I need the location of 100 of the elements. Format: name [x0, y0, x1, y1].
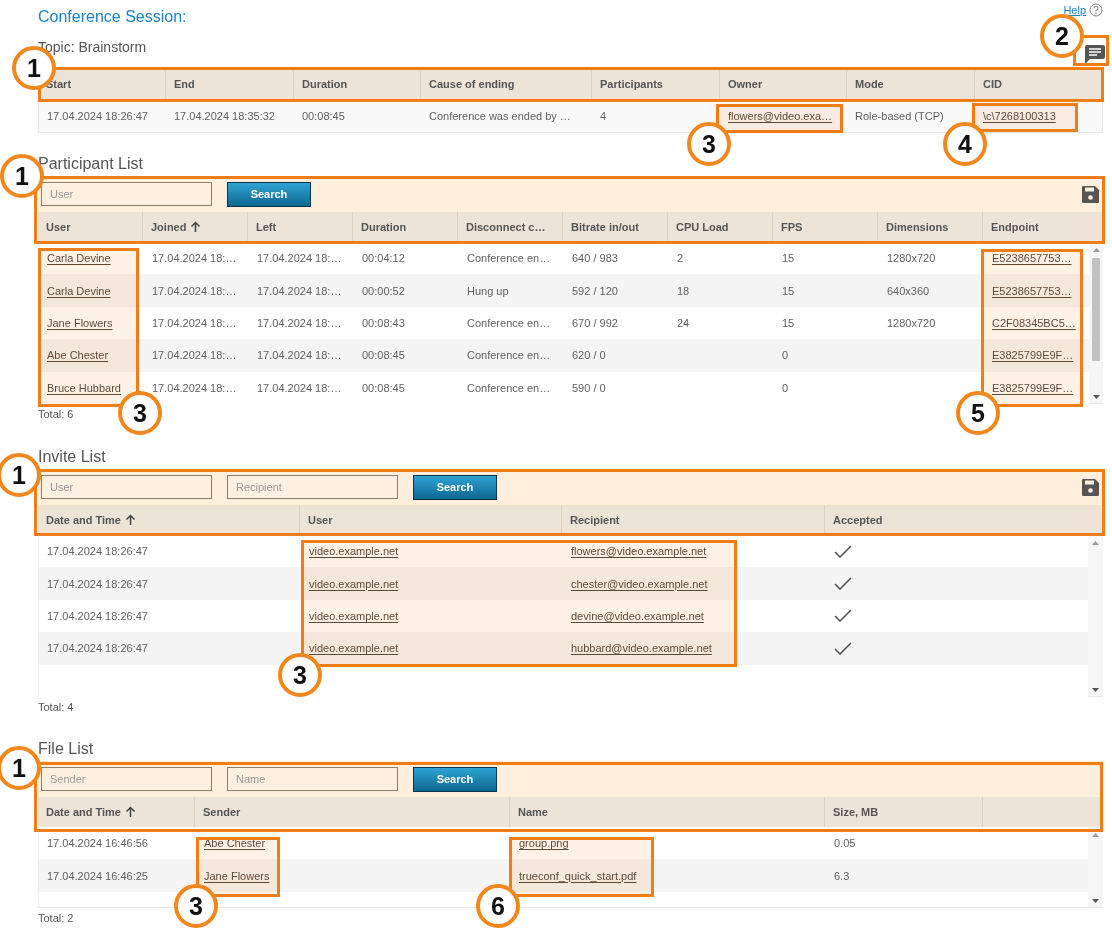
table-cell-text: 592 / 120	[572, 284, 618, 297]
filter-field[interactable]: User	[41, 475, 212, 499]
checkmark-icon	[834, 609, 852, 623]
column-header[interactable]: End	[166, 69, 294, 99]
column-header[interactable]: Date and Time	[38, 797, 195, 827]
checkmark-icon	[834, 641, 852, 655]
chat-icon[interactable]	[1084, 43, 1106, 65]
table-link[interactable]: trueconf_quick_start.pdf	[519, 869, 637, 882]
filter-field[interactable]: User	[41, 182, 212, 206]
table-link[interactable]: Carla Devine	[47, 252, 111, 265]
table-cell-text: 18	[677, 284, 690, 297]
scrollbar[interactable]	[1088, 827, 1103, 907]
table-link[interactable]: Abe Chester	[47, 349, 109, 362]
filter-field[interactable]: Recipient	[227, 475, 398, 499]
scrollbar[interactable]	[1088, 535, 1103, 696]
table-cell-text: 17.04.2024 18:…	[257, 349, 342, 362]
table-link[interactable]: E3825799E9F…	[992, 349, 1074, 362]
column-header[interactable]: Recipient	[562, 505, 825, 535]
table-link[interactable]: video.example.net	[309, 545, 399, 558]
column-header[interactable]: Accepted	[825, 505, 1103, 535]
save-icon[interactable]	[1081, 184, 1100, 204]
column-header[interactable]: Bitrate in/out	[563, 212, 668, 242]
column-header[interactable]: Disconnect c…	[458, 212, 563, 242]
scroll-thumb[interactable]	[1092, 258, 1100, 361]
column-header[interactable]: Date and Time	[38, 505, 300, 535]
section-title: File List	[38, 739, 95, 759]
scroll-up-icon[interactable]	[1092, 248, 1100, 252]
column-header[interactable]: Cause of ending	[421, 69, 592, 99]
scroll-down-icon[interactable]	[1092, 688, 1099, 692]
filter-field[interactable]: Sender	[41, 767, 212, 791]
table-link[interactable]: hubbard@video.example.net	[571, 642, 712, 655]
table-cell-text: 17.04.2024 18:…	[152, 252, 237, 265]
scroll-up-icon[interactable]	[1092, 541, 1099, 545]
table-link[interactable]: Jane Flowers	[204, 869, 270, 882]
column-header[interactable]: FPS	[773, 212, 878, 242]
table-cell-text: Hung up	[467, 284, 509, 297]
table-cell-text: 590 / 0	[572, 381, 606, 394]
search-button[interactable]: Search	[413, 474, 497, 500]
table-cell-text: 15	[782, 284, 795, 297]
table-link[interactable]: flowers@video.example.net	[571, 545, 707, 558]
column-header[interactable]: Endpoint	[983, 212, 1104, 242]
table-cell-text: 17.04.2024 18:…	[152, 284, 237, 297]
table-link[interactable]: E5238657753…	[992, 252, 1072, 265]
table-cell-text: Conference en…	[467, 381, 551, 394]
scroll-down-icon[interactable]	[1092, 395, 1100, 399]
table-cell-text: 620 / 0	[572, 349, 606, 362]
table-cell-text: 17.04.2024 18:26:47	[47, 642, 148, 655]
column-header[interactable]: Left	[248, 212, 353, 242]
table-cell-text: 1280x720	[887, 252, 936, 265]
table-link[interactable]: devine@video.example.net	[571, 609, 704, 622]
filter-field[interactable]: Name	[227, 767, 398, 791]
table-cell-text: 17.04.2024 18:…	[257, 284, 342, 297]
table-cell-text: 640 / 983	[572, 252, 618, 265]
save-icon[interactable]	[1081, 477, 1100, 497]
table-cell-text: 17.04.2024 18:…	[152, 316, 237, 329]
table-cell-text: 00:04:12	[362, 252, 405, 265]
scrollbar[interactable]	[1089, 242, 1103, 403]
table-cell-text: 17.04.2024 18:…	[257, 316, 342, 329]
table-link[interactable]: video.example.net	[309, 577, 399, 590]
column-header[interactable]: CPU Load	[668, 212, 773, 242]
table-link[interactable]: flowers@video.exa…	[728, 109, 833, 122]
table-link[interactable]: group.png	[519, 837, 569, 850]
search-button[interactable]: Search	[227, 181, 311, 207]
column-header[interactable]: Name	[510, 797, 825, 827]
search-button[interactable]: Search	[413, 766, 497, 792]
table-link[interactable]: chester@video.example.net	[571, 577, 708, 590]
column-header[interactable]: Sender	[195, 797, 510, 827]
scroll-down-icon[interactable]	[1092, 899, 1099, 903]
help-link[interactable]: Help	[1063, 4, 1086, 16]
checkmark-icon	[834, 544, 852, 558]
table-link[interactable]: \c\7268100313	[983, 109, 1056, 122]
column-header[interactable]: Duration	[353, 212, 458, 242]
column-header[interactable]: Participants	[592, 69, 720, 99]
table-cell-text: 6.3	[834, 869, 850, 882]
question-icon[interactable]	[1089, 3, 1103, 17]
sort-arrow-icon	[125, 514, 136, 526]
callout-number: 3	[174, 884, 218, 928]
callout-number: 4	[943, 122, 987, 166]
column-header[interactable]: Size, MB	[825, 797, 983, 827]
table-cell-text: 640x360	[887, 284, 930, 297]
table-cell-text: 0	[782, 349, 789, 362]
column-header[interactable]: CID	[975, 69, 1103, 99]
table-link[interactable]: Carla Devine	[47, 284, 111, 297]
table-link[interactable]: C2F08345BC5…	[992, 316, 1076, 329]
table-link[interactable]: video.example.net	[309, 609, 399, 622]
column-header[interactable]: User	[38, 212, 143, 242]
column-header[interactable]: Duration	[294, 69, 421, 99]
column-header[interactable]: Owner	[720, 69, 847, 99]
table-cell-text: 0	[782, 381, 789, 394]
scroll-up-icon[interactable]	[1092, 833, 1099, 837]
table-link[interactable]: E3825799E9F…	[992, 381, 1074, 394]
table-cell-text: Role-based (TCP)	[855, 109, 944, 122]
table-link[interactable]: Jane Flowers	[47, 316, 113, 329]
column-header[interactable]: Dimensions	[878, 212, 983, 242]
column-header[interactable]: User	[300, 505, 562, 535]
column-header[interactable]: Mode	[847, 69, 975, 99]
table-link[interactable]: E5238657753…	[992, 284, 1072, 297]
table-link[interactable]: Bruce Hubbard	[47, 381, 121, 394]
column-header[interactable]: Joined	[143, 212, 248, 242]
table-link[interactable]: video.example.net	[309, 642, 399, 655]
